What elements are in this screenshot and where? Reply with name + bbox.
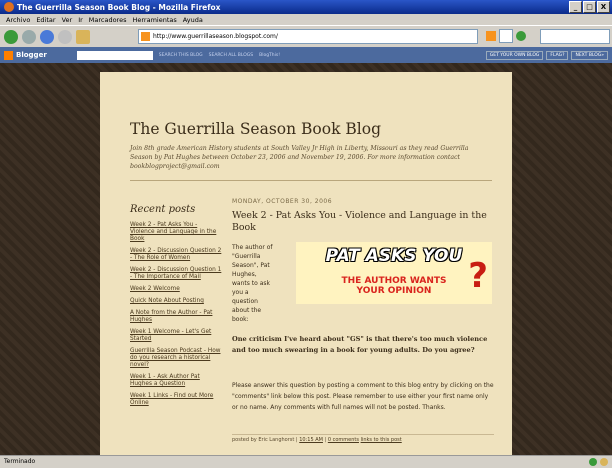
forward-arrow-icon[interactable] bbox=[22, 30, 36, 44]
recent-posts-list: Week 2 - Pat Asks You - Violence and Lan… bbox=[130, 222, 222, 412]
recent-post-link[interactable]: Guerrilla Season Podcast - How do you re… bbox=[130, 348, 222, 370]
comments-link[interactable]: 0 comments bbox=[328, 437, 359, 443]
blogger-icon bbox=[4, 50, 13, 60]
flag-button[interactable]: FLAG? bbox=[546, 50, 569, 60]
post-title[interactable]: Week 2 - Pat Asks You - Violence and Lan… bbox=[232, 210, 494, 234]
close-button[interactable]: X bbox=[597, 1, 610, 13]
menu-ayuda[interactable]: Ayuda bbox=[183, 16, 203, 24]
get-own-blog-button[interactable]: GET YOUR OWN BLOG bbox=[485, 50, 544, 60]
question-mark-icon: ? bbox=[468, 256, 488, 296]
reload-icon[interactable] bbox=[40, 30, 54, 44]
search-this-blog-button[interactable]: SEARCH THIS BLOG bbox=[159, 53, 203, 58]
post-footer: posted by Eric Langhorst | 10:15 AM | 0 … bbox=[232, 434, 494, 443]
banner-subtitle-line1: THE AUTHOR WANTS bbox=[341, 276, 447, 286]
blogger-favicon-icon bbox=[141, 32, 150, 41]
next-blog-button[interactable]: NEXT BLOG» bbox=[571, 50, 608, 60]
addon-icon bbox=[600, 458, 608, 466]
maximize-button[interactable]: □ bbox=[583, 1, 596, 13]
minimize-button[interactable]: _ bbox=[569, 1, 582, 13]
recent-post-link[interactable]: Week 1 - Ask Author Pat Hughes a Questio… bbox=[130, 374, 222, 388]
firefox-icon bbox=[4, 2, 14, 12]
navigation-toolbar: http://www.guerrillaseason.blogspot.com/ bbox=[0, 25, 612, 49]
post-intro: The author of "Guerrilla Season", Pat Hu… bbox=[232, 244, 273, 323]
blogger-navbar: Blogger SEARCH THIS BLOG SEARCH ALL BLOG… bbox=[0, 47, 612, 63]
blogger-logo-text: Blogger bbox=[16, 51, 47, 59]
recent-post-link[interactable]: Week 2 Welcome bbox=[130, 286, 222, 293]
recent-post-link[interactable]: Week 1 Links - Find out More Online bbox=[130, 393, 222, 407]
window-title: The Guerrilla Season Book Blog - Mozilla… bbox=[17, 2, 221, 12]
banner-headline: PAT ASKS YOU bbox=[325, 246, 463, 266]
recent-posts-heading: Recent posts bbox=[130, 204, 196, 215]
posted-by-text: posted by Eric Langhorst | bbox=[232, 437, 298, 443]
blog-title[interactable]: The Guerrilla Season Book Blog bbox=[130, 120, 381, 138]
home-icon[interactable] bbox=[76, 30, 90, 44]
menu-marcadores[interactable]: Marcadores bbox=[89, 16, 127, 24]
banner-subtitle-line2: YOUR OPINION bbox=[356, 286, 432, 296]
blog-search-input[interactable] bbox=[76, 50, 153, 60]
recent-post-link[interactable]: Week 2 - Discussion Question 1 - The Imp… bbox=[130, 267, 222, 281]
blogger-logo[interactable]: Blogger bbox=[4, 50, 47, 60]
post-question: One criticism I've heard about "GS" is t… bbox=[232, 335, 488, 354]
recent-post-link[interactable]: Quick Note About Posting bbox=[130, 298, 222, 305]
recent-post-link[interactable]: Week 2 - Discussion Question 2 - The Rol… bbox=[130, 248, 222, 262]
window-titlebar: The Guerrilla Season Book Blog - Mozilla… bbox=[0, 0, 612, 14]
post-body: Please answer this question by posting a… bbox=[232, 382, 494, 411]
menu-herramientas[interactable]: Herramientas bbox=[132, 16, 176, 24]
menu-bar: Archivo Editar Ver Ir Marcadores Herrami… bbox=[0, 14, 612, 25]
stop-icon[interactable] bbox=[58, 30, 72, 44]
pat-asks-you-banner: PAT ASKS YOU THE AUTHOR WANTS YOUR OPINIO… bbox=[296, 242, 492, 304]
search-input[interactable] bbox=[540, 29, 610, 44]
recent-post-link[interactable]: A Note from the Author - Pat Hughes bbox=[130, 310, 222, 324]
recent-post-link[interactable]: Week 2 - Pat Asks You - Violence and Lan… bbox=[130, 222, 222, 244]
post-time-link[interactable]: 10:15 AM bbox=[299, 437, 323, 443]
banner-subtitle: THE AUTHOR WANTS YOUR OPINION bbox=[296, 276, 492, 296]
recent-post-link[interactable]: Week 1 Welcome - Let's Get Started bbox=[130, 329, 222, 343]
menu-editar[interactable]: Editar bbox=[36, 16, 55, 24]
menu-ir[interactable]: Ir bbox=[78, 16, 83, 24]
status-icon bbox=[589, 458, 597, 466]
menu-archivo[interactable]: Archivo bbox=[6, 16, 30, 24]
status-bar: Terminado bbox=[0, 455, 612, 468]
rss-icon[interactable] bbox=[486, 31, 496, 41]
menu-ver[interactable]: Ver bbox=[62, 16, 73, 24]
back-arrow-icon[interactable] bbox=[4, 30, 18, 44]
links-to-post-link[interactable]: links to this post bbox=[361, 437, 402, 443]
header-divider bbox=[130, 180, 492, 181]
post-date: MONDAY, OCTOBER 30, 2006 bbox=[232, 198, 333, 205]
url-dropdown-icon[interactable] bbox=[499, 29, 513, 43]
search-all-blogs-button[interactable]: SEARCH ALL BLOGS bbox=[209, 53, 253, 58]
status-text: Terminado bbox=[4, 458, 36, 465]
blogthis-link[interactable]: BlogThis! bbox=[259, 53, 280, 58]
go-icon[interactable] bbox=[516, 31, 526, 41]
blog-description: Join 8th grade American History students… bbox=[130, 145, 469, 170]
url-input[interactable]: http://www.guerrillaseason.blogspot.com/ bbox=[138, 29, 478, 44]
url-text: http://www.guerrillaseason.blogspot.com/ bbox=[153, 33, 278, 40]
